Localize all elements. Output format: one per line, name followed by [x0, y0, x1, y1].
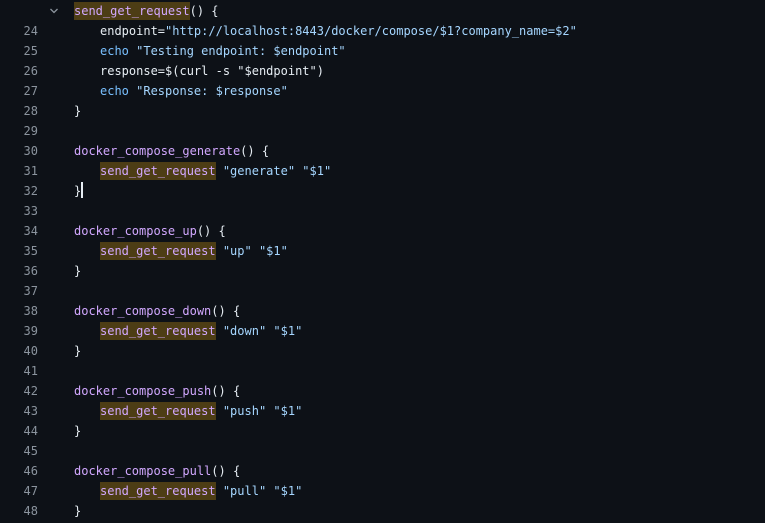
highlighted-function-call: send_get_request — [100, 482, 216, 500]
code-text: docker_compose_down() { — [74, 304, 241, 318]
code-line[interactable]: 44 send_get_request "push" "$1" — [0, 401, 765, 438]
code-text: send_get_request "push" "$1" — [100, 402, 303, 420]
code-line[interactable]: 42 — [0, 361, 765, 398]
code-line[interactable]: 49 } — [0, 501, 765, 521]
code-text: send_get_request "pull" "$1" — [100, 482, 303, 500]
highlighted-function-call: send_get_request — [100, 162, 216, 180]
code-line[interactable]: 37 } — [0, 261, 765, 298]
code-text: endpoint="http://localhost:8443/docker/c… — [100, 24, 577, 38]
code-text: docker_compose_generate() { — [74, 144, 270, 158]
code-line[interactable]: 30 — [0, 121, 765, 158]
code-line[interactable]: 26 echo "Testing endpoint: $endpoint" — [0, 41, 765, 78]
chevron-down-icon[interactable] — [47, 1, 61, 21]
code-text: } — [74, 504, 82, 518]
code-line[interactable]: 39 docker_compose_down() { — [0, 301, 765, 338]
highlighted-function-call: send_get_request — [100, 402, 216, 420]
code-text: } — [74, 424, 82, 438]
code-line[interactable]: 40 send_get_request "down" "$1" — [0, 321, 765, 358]
code-line[interactable]: 24 send_get_request() { — [0, 1, 765, 38]
code-text: send_get_request "down" "$1" — [100, 322, 303, 340]
code-line[interactable]: 31 docker_compose_generate() { — [0, 141, 765, 178]
code-text: } — [74, 182, 83, 198]
code-text: } — [74, 344, 82, 358]
code-line[interactable]: 38 — [0, 281, 765, 318]
code-line[interactable]: 29 } — [0, 101, 765, 138]
code-text: send_get_request "generate" "$1" — [100, 162, 332, 180]
code-text: docker_compose_pull() { — [74, 464, 241, 478]
code-line[interactable]: 34 — [0, 201, 765, 238]
code-line[interactable]: 27 response=$(curl -s "$endpoint") — [0, 61, 765, 98]
code-line[interactable]: 46 — [0, 441, 765, 478]
code-text: send_get_request "up" "$1" — [100, 242, 288, 260]
code-line[interactable]: 25 endpoint="http://localhost:8443/docke… — [0, 21, 765, 58]
highlighted-function-call: send_get_request — [100, 322, 216, 340]
code-line[interactable]: 48 send_get_request "pull" "$1" — [0, 481, 765, 518]
text-cursor — [81, 182, 83, 198]
code-text: docker_compose_up() { — [74, 224, 226, 238]
code-editor[interactable]: 24 send_get_request() { 25 endpoint="htt… — [0, 0, 765, 523]
code-text: docker_compose_push() { — [74, 384, 241, 398]
code-text: echo "Response: $response" — [100, 84, 288, 98]
code-line[interactable]: 45 } — [0, 421, 765, 458]
code-text: send_get_request() { — [74, 2, 219, 20]
code-line[interactable]: 43 docker_compose_push() { — [0, 381, 765, 418]
code-line[interactable]: 32 send_get_request "generate" "$1" — [0, 161, 765, 198]
code-line[interactable]: 47 docker_compose_pull() { — [0, 461, 765, 498]
code-line[interactable]: 35 docker_compose_up() { — [0, 221, 765, 258]
code-line[interactable]: 41 } — [0, 341, 765, 378]
code-text: echo "Testing endpoint: $endpoint" — [100, 44, 346, 58]
code-text: } — [74, 104, 82, 118]
code-text: response=$(curl -s "$endpoint") — [100, 64, 324, 78]
highlighted-function-name: send_get_request — [74, 2, 190, 20]
code-line[interactable]: 36 send_get_request "up" "$1" — [0, 241, 765, 278]
code-text: } — [74, 264, 82, 278]
code-line[interactable]: 28 echo "Response: $response" — [0, 81, 765, 118]
highlighted-function-call: send_get_request — [100, 242, 216, 260]
code-line[interactable]: 33 } — [0, 181, 765, 218]
